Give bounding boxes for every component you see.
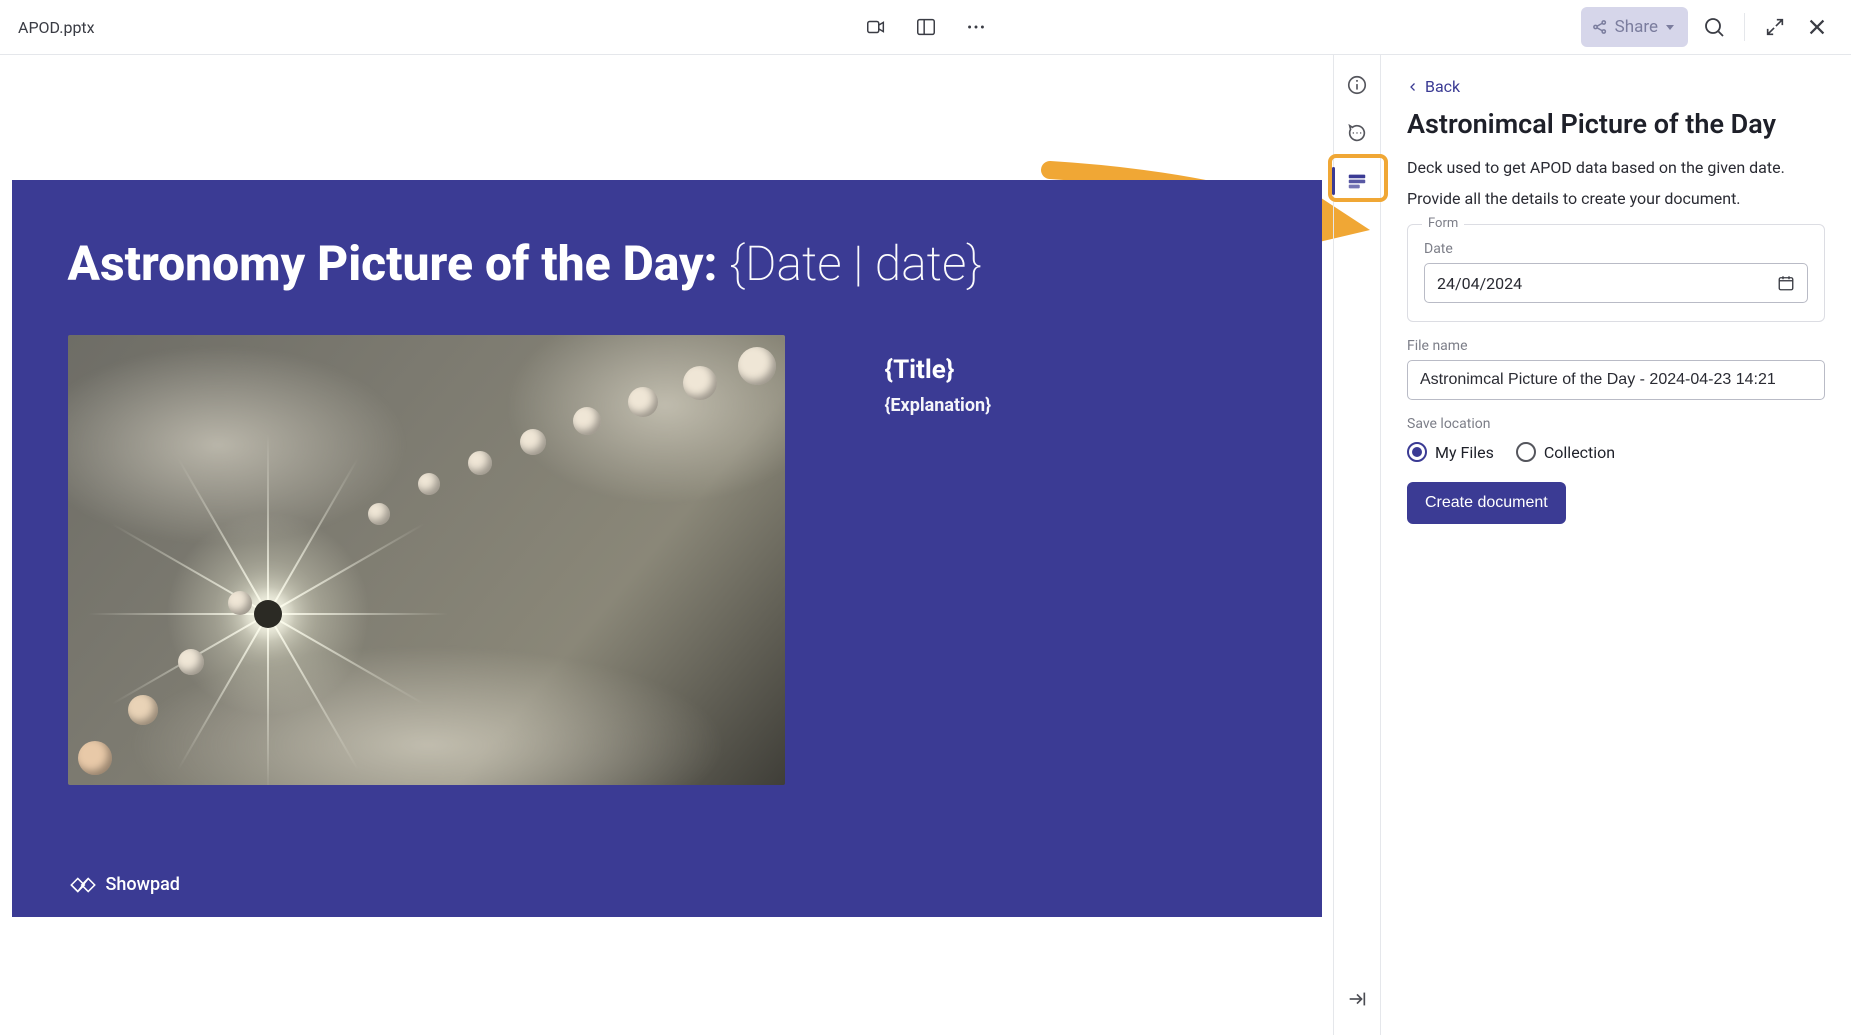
save-location-label: Save location	[1407, 416, 1825, 432]
brand-label: Showpad	[106, 874, 180, 895]
slide-title-placeholder: {Date | date}	[729, 235, 982, 292]
panel-description: Deck used to get APOD data based on the …	[1407, 158, 1825, 177]
radio-collection-label: Collection	[1544, 443, 1615, 462]
radio-my-files[interactable]: My Files	[1407, 442, 1494, 462]
slide-text-explanation: {Explanation}	[885, 395, 992, 416]
slide-text-title: {Title}	[885, 355, 992, 385]
filename-label: File name	[1407, 338, 1825, 354]
info-icon[interactable]	[1339, 67, 1375, 103]
panel-split-icon[interactable]	[910, 11, 942, 43]
side-panel: Back Astronimcal Picture of the Day Deck…	[1381, 55, 1851, 1035]
back-link[interactable]: Back	[1407, 77, 1460, 96]
expand-icon[interactable]	[1759, 11, 1791, 43]
create-document-label: Create document	[1425, 494, 1548, 511]
share-icon	[1591, 18, 1609, 36]
slide-body: {Title} {Explanation}	[68, 335, 1266, 785]
app-panel-icon[interactable]	[1339, 163, 1375, 199]
panel-heading: Astronimcal Picture of the Day	[1407, 108, 1825, 140]
slide-image	[68, 335, 785, 785]
save-location-radio-group: My Files Collection	[1407, 442, 1825, 462]
slide-texts: {Title} {Explanation}	[885, 355, 992, 785]
brand-logo-icon	[70, 877, 96, 893]
date-label: Date	[1424, 241, 1808, 257]
more-options-icon[interactable]	[960, 11, 992, 43]
collapse-panel-icon[interactable]	[1339, 981, 1375, 1017]
close-icon[interactable]	[1801, 11, 1833, 43]
brand: Showpad	[70, 874, 180, 895]
video-camera-icon[interactable]	[860, 11, 892, 43]
back-label: Back	[1425, 77, 1460, 96]
slide-title: Astronomy Picture of the Day: {Date | da…	[68, 236, 1266, 291]
chevron-left-icon	[1407, 81, 1419, 93]
panel-subtext: Provide all the details to create your d…	[1407, 189, 1825, 208]
chevron-down-icon	[1666, 25, 1674, 30]
radio-my-files-label: My Files	[1435, 443, 1494, 462]
radio-collection[interactable]: Collection	[1516, 442, 1615, 462]
date-value: 24/04/2024	[1437, 274, 1522, 293]
form-legend: Form	[1422, 216, 1464, 231]
topbar-center	[860, 11, 992, 43]
preview-area: Astronomy Picture of the Day: {Date | da…	[0, 55, 1333, 1035]
slide-title-static: Astronomy Picture of the Day:	[68, 235, 730, 292]
topbar: APOD.pptx	[0, 0, 1851, 55]
date-input[interactable]: 24/04/2024	[1424, 263, 1808, 303]
file-name: APOD.pptx	[18, 18, 95, 37]
slide: Astronomy Picture of the Day: {Date | da…	[12, 180, 1322, 917]
share-button[interactable]: Share	[1581, 7, 1688, 47]
search-icon[interactable]	[1698, 11, 1730, 43]
calendar-icon	[1777, 274, 1795, 292]
create-document-button[interactable]: Create document	[1407, 482, 1566, 524]
side-rail	[1333, 55, 1381, 1035]
topbar-right: Share	[1581, 7, 1833, 47]
filename-input[interactable]	[1407, 360, 1825, 400]
divider	[1744, 13, 1745, 41]
comments-icon[interactable]	[1339, 115, 1375, 151]
share-label: Share	[1615, 17, 1658, 37]
form-fieldset: Form Date 24/04/2024	[1407, 224, 1825, 322]
